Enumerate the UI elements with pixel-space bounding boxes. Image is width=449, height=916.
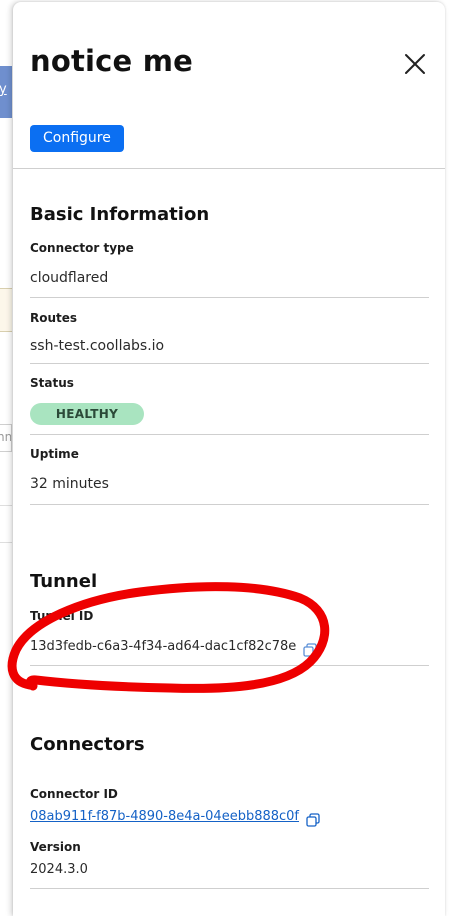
divider [30, 297, 429, 298]
routes-label: Routes [30, 311, 78, 325]
background-banner [0, 288, 12, 332]
copy-tunnel-id-button[interactable] [303, 642, 317, 657]
connectors-heading: Connectors [30, 734, 145, 755]
tunnel-id-label: Tunnel ID [30, 609, 94, 623]
connector-id-link[interactable]: 08ab911f-f87b-4890-8e4a-04eebb888c0f [30, 809, 299, 824]
status-badge: HEALTHY [30, 403, 144, 425]
drawer-title: notice me [30, 44, 194, 78]
background-link-block[interactable]: y [0, 66, 12, 118]
connector-details-drawer: notice me Configure Basic Information Co… [13, 2, 445, 916]
background-divider [0, 542, 12, 543]
configure-button[interactable]: Configure [30, 125, 124, 152]
background-input[interactable]: nn [0, 424, 12, 452]
status-label: Status [30, 376, 74, 390]
version-value: 2024.3.0 [30, 862, 88, 877]
divider [30, 665, 429, 666]
background-input-fragment: nn [0, 430, 12, 444]
copy-icon [303, 643, 317, 657]
background-link-fragment: y [0, 82, 7, 97]
drawer-header: notice me Configure [13, 2, 445, 169]
background-page [0, 0, 14, 916]
connector-type-value: cloudflared [30, 270, 109, 286]
tunnel-id-value: 13d3fedb-c6a3-4f34-ad64-dac1cf82c78e [30, 639, 297, 654]
divider [30, 434, 429, 435]
version-label: Version [30, 840, 81, 854]
divider [30, 504, 429, 505]
divider [30, 888, 429, 889]
background-divider [0, 505, 12, 506]
copy-connector-id-button[interactable] [306, 812, 320, 827]
close-icon [405, 54, 425, 74]
uptime-label: Uptime [30, 447, 79, 461]
uptime-value: 32 minutes [30, 476, 109, 492]
connector-id-label: Connector ID [30, 787, 118, 801]
copy-icon [306, 813, 320, 827]
connector-type-label: Connector type [30, 241, 134, 255]
routes-value: ssh-test.coollabs.io [30, 338, 165, 354]
basic-information-heading: Basic Information [30, 204, 210, 225]
tunnel-heading: Tunnel [30, 571, 98, 592]
close-button[interactable] [403, 52, 427, 76]
divider [30, 363, 429, 364]
screen: y nn notice me Configure Basic Informati… [0, 0, 449, 916]
